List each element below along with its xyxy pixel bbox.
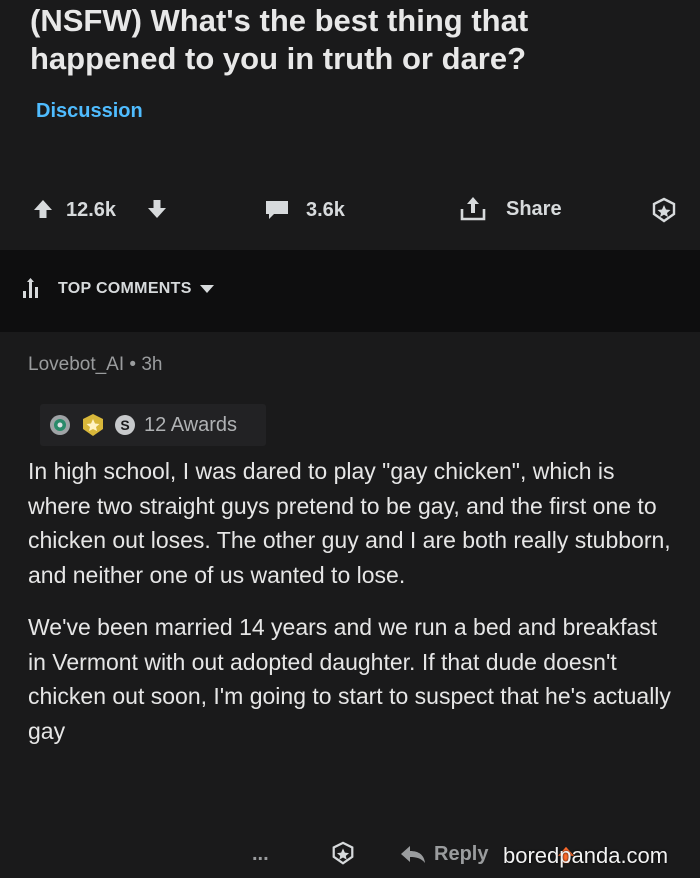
- post-header: (NSFW) What's the best thing that happen…: [0, 0, 700, 250]
- comment-award-button[interactable]: [330, 841, 356, 867]
- comments-button[interactable]: [264, 199, 290, 221]
- more-button[interactable]: ...: [252, 843, 269, 866]
- upvote-icon: [34, 200, 52, 218]
- award-icon: [652, 197, 676, 223]
- share-button[interactable]: Share: [458, 195, 562, 223]
- reply-button[interactable]: Reply: [400, 843, 488, 866]
- award-icon: [332, 841, 354, 865]
- vote-count: 12.6k: [66, 199, 117, 221]
- gold-award-icon: [83, 414, 103, 436]
- post-flair[interactable]: Discussion: [36, 100, 143, 123]
- s-award-icon: S: [115, 415, 135, 435]
- awards-count: 12 Awards: [144, 413, 238, 436]
- comment-sort-bar: TOP COMMENTS: [0, 250, 700, 332]
- awards-badge[interactable]: S 12 Awards: [40, 404, 266, 446]
- comment-meta: Lovebot_AI • 3h: [28, 354, 163, 376]
- comment-paragraph: In high school, I was dared to play "gay…: [28, 458, 671, 588]
- sort-label: TOP COMMENTS: [58, 280, 192, 297]
- comment-count: 3.6k: [306, 199, 345, 221]
- svg-text:S: S: [120, 417, 129, 433]
- comment-author[interactable]: Lovebot_AI: [28, 354, 124, 375]
- comment-age: 3h: [141, 354, 163, 375]
- comment: Lovebot_AI • 3h S 12 Awards In high scho…: [0, 332, 700, 878]
- share-label: Share: [506, 197, 562, 220]
- more-icon: ...: [252, 843, 269, 865]
- post-actions-bar: 12.6k 3.6k Share: [0, 190, 700, 234]
- comment-icon: [266, 201, 288, 219]
- reply-icon: [401, 845, 425, 863]
- meta-separator: •: [129, 354, 142, 375]
- share-icon: [460, 197, 486, 221]
- downvote-icon: [148, 200, 166, 218]
- silver-award-icon: [50, 415, 70, 435]
- comment-body: In high school, I was dared to play "gay…: [28, 454, 678, 766]
- watermark: boredpanda.com: [503, 843, 669, 868]
- chevron-down-icon: [199, 285, 214, 293]
- sort-dropdown[interactable]: TOP COMMENTS: [22, 278, 216, 300]
- comment-paragraph: We've been married 14 years and we run a…: [28, 614, 671, 744]
- downvote-button[interactable]: [146, 198, 168, 220]
- upvote-button[interactable]: [32, 198, 54, 220]
- award-button[interactable]: [650, 197, 678, 225]
- reply-label: Reply: [434, 843, 489, 865]
- post-title[interactable]: (NSFW) What's the best thing that happen…: [30, 2, 670, 78]
- sort-icon: [23, 278, 38, 298]
